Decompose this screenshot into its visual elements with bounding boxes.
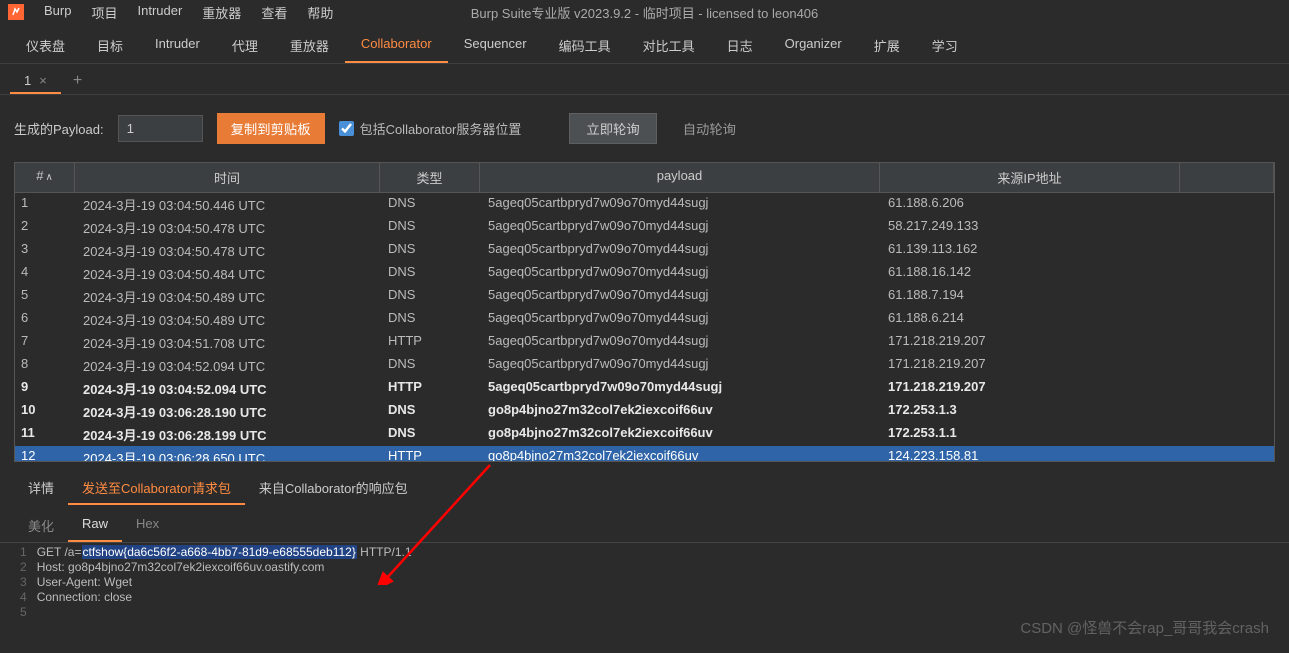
- main-tab-重放器[interactable]: 重放器: [274, 30, 345, 63]
- payload-count-input[interactable]: [118, 115, 203, 142]
- include-server-label: 包括Collaborator服务器位置: [360, 119, 522, 138]
- include-server-checkbox[interactable]: [339, 121, 354, 136]
- menu-重放器[interactable]: 重放器: [192, 3, 251, 22]
- req-line1-pre: GET /a=: [37, 545, 82, 559]
- main-tab-日志[interactable]: 日志: [711, 30, 769, 63]
- add-tab-button[interactable]: +: [61, 68, 94, 94]
- menu-查看[interactable]: 查看: [251, 3, 297, 22]
- interactions-table: #∧ 时间 类型 payload 来源IP地址 12024-3月-19 03:0…: [14, 162, 1275, 462]
- col-header-type[interactable]: 类型: [380, 163, 480, 192]
- main-tab-代理[interactable]: 代理: [216, 30, 274, 63]
- poll-now-button[interactable]: 立即轮询: [569, 113, 656, 144]
- table-row[interactable]: 52024-3月-19 03:04:50.489 UTCDNS5ageq05ca…: [15, 285, 1274, 308]
- sub-tab-1[interactable]: 1 ×: [10, 69, 61, 94]
- main-tab-collaborator[interactable]: Collaborator: [345, 30, 448, 63]
- main-tab-仪表盘[interactable]: 仪表盘: [10, 30, 81, 63]
- copy-to-clipboard-button[interactable]: 复制到剪贴板: [217, 113, 325, 144]
- table-row[interactable]: 102024-3月-19 03:06:28.190 UTCDNSgo8p4bjn…: [15, 400, 1274, 423]
- sub-tab-bar: 1 × +: [0, 64, 1289, 95]
- main-tab-编码工具[interactable]: 编码工具: [543, 30, 627, 63]
- request-editor[interactable]: 12345 GET /a=ctfshow{da6c56f2-a668-4bb7-…: [14, 543, 1275, 622]
- detail-tab-2[interactable]: 来自Collaborator的响应包: [245, 472, 422, 505]
- main-tab-学习[interactable]: 学习: [916, 30, 974, 63]
- titlebar: Burp项目Intruder重放器查看帮助 Burp Suite专业版 v202…: [0, 0, 1289, 24]
- detail-tab-bar: 详情发送至Collaborator请求包来自Collaborator的响应包: [0, 462, 1289, 505]
- table-row[interactable]: 82024-3月-19 03:04:52.094 UTCDNS5ageq05ca…: [15, 354, 1274, 377]
- req-line5: [37, 605, 412, 620]
- table-row[interactable]: 62024-3月-19 03:04:50.489 UTCDNS5ageq05ca…: [15, 308, 1274, 331]
- main-tab-organizer[interactable]: Organizer: [769, 30, 858, 63]
- payload-count-label: 生成的Payload:: [14, 119, 104, 138]
- sort-asc-icon: ∧: [45, 172, 52, 183]
- menu-intruder[interactable]: Intruder: [127, 3, 192, 22]
- toolbar: 生成的Payload: 复制到剪贴板 包括Collaborator服务器位置 立…: [0, 95, 1289, 162]
- highlighted-flag: ctfshow{da6c56f2-a668-4bb7-81d9-e68555de…: [82, 545, 357, 559]
- auto-poll-button[interactable]: 自动轮询: [671, 114, 748, 143]
- detail-tab-0[interactable]: 详情: [14, 472, 68, 505]
- table-row[interactable]: 32024-3月-19 03:04:50.478 UTCDNS5ageq05ca…: [15, 239, 1274, 262]
- table-row[interactable]: 12024-3月-19 03:04:50.446 UTCDNS5ageq05ca…: [15, 193, 1274, 216]
- view-tab-美化[interactable]: 美化: [14, 511, 68, 542]
- main-tab-对比工具[interactable]: 对比工具: [627, 30, 711, 63]
- col-header-ip[interactable]: 来源IP地址: [880, 163, 1180, 192]
- table-row[interactable]: 122024-3月-19 03:06:28.650 UTCHTTPgo8p4bj…: [15, 446, 1274, 461]
- table-row[interactable]: 22024-3月-19 03:04:50.478 UTCDNS5ageq05ca…: [15, 216, 1274, 239]
- col-header-payload[interactable]: payload: [480, 163, 880, 192]
- table-header: #∧ 时间 类型 payload 来源IP地址: [15, 163, 1274, 193]
- req-line4: Connection: close: [37, 590, 412, 605]
- menu-帮助[interactable]: 帮助: [297, 3, 343, 22]
- req-line3: User-Agent: Wget: [37, 575, 412, 590]
- main-tab-扩展[interactable]: 扩展: [858, 30, 916, 63]
- close-icon[interactable]: ×: [39, 73, 47, 88]
- menu-burp[interactable]: Burp: [34, 3, 81, 22]
- menu-项目[interactable]: 项目: [81, 3, 127, 22]
- main-tab-bar: 仪表盘目标Intruder代理重放器CollaboratorSequencer编…: [0, 24, 1289, 64]
- app-title: Burp Suite专业版 v2023.9.2 - 临时项目 - license…: [471, 3, 819, 22]
- line-gutter: 12345: [14, 543, 33, 622]
- view-tab-raw[interactable]: Raw: [68, 511, 122, 542]
- table-row[interactable]: 112024-3月-19 03:06:28.199 UTCDNSgo8p4bjn…: [15, 423, 1274, 446]
- req-line1-post: HTTP/1.1: [357, 545, 412, 559]
- main-tab-sequencer[interactable]: Sequencer: [448, 30, 543, 63]
- view-tab-bar: 美化RawHex: [0, 505, 1289, 543]
- sub-tab-label: 1: [24, 73, 31, 88]
- table-row[interactable]: 92024-3月-19 03:04:52.094 UTCHTTP5ageq05c…: [15, 377, 1274, 400]
- req-line2: Host: go8p4bjno27m32col7ek2iexcoif66uv.o…: [37, 560, 412, 575]
- main-tab-intruder[interactable]: Intruder: [139, 30, 216, 63]
- col-header-empty: [1180, 163, 1274, 192]
- table-row[interactable]: 42024-3月-19 03:04:50.484 UTCDNS5ageq05ca…: [15, 262, 1274, 285]
- main-tab-目标[interactable]: 目标: [81, 30, 139, 63]
- col-header-time[interactable]: 时间: [75, 163, 380, 192]
- code-content[interactable]: GET /a=ctfshow{da6c56f2-a668-4bb7-81d9-e…: [33, 543, 416, 622]
- burp-logo-icon: [8, 4, 24, 20]
- detail-tab-1[interactable]: 发送至Collaborator请求包: [68, 472, 245, 505]
- view-tab-hex[interactable]: Hex: [122, 511, 173, 542]
- table-row[interactable]: 72024-3月-19 03:04:51.708 UTCHTTP5ageq05c…: [15, 331, 1274, 354]
- col-header-num[interactable]: #∧: [15, 163, 75, 192]
